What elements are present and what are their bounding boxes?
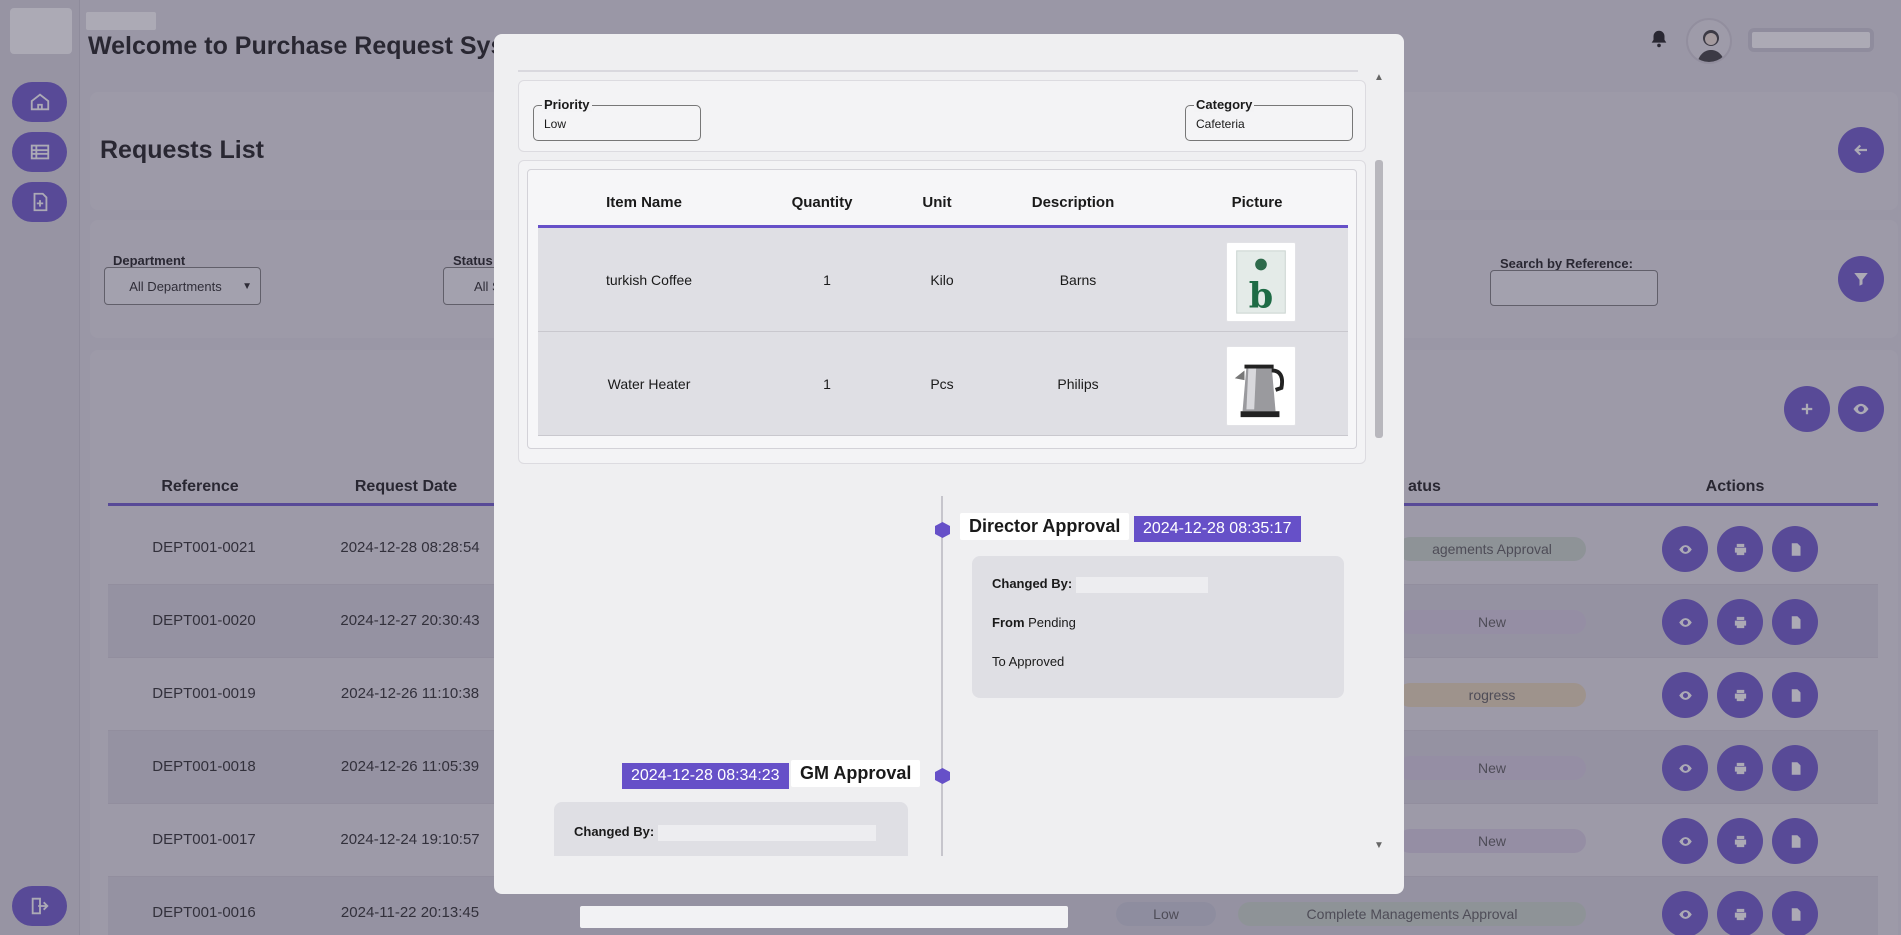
items-table-header: Item Name Quantity Unit Description Pict…: [538, 170, 1348, 228]
priority-label: Priority: [542, 97, 592, 112]
to-label: To: [992, 654, 1006, 669]
timeline-line: [941, 496, 943, 856]
header-picture: Picture: [1231, 194, 1283, 211]
from-label: From: [992, 615, 1025, 630]
items-box: Item Name Quantity Unit Description Pict…: [518, 160, 1366, 464]
item-description: Barns: [1059, 272, 1097, 288]
category-value: Cafeteria: [1196, 117, 1245, 131]
timeline-dot: [935, 522, 950, 538]
modal-scroll-area[interactable]: Priority Low Category Cafeteria Item Nam…: [494, 34, 1374, 856]
priority-value: Low: [544, 117, 567, 131]
changed-by-value: [658, 824, 877, 841]
modal-divider: [518, 70, 1358, 72]
item-name: turkish Coffee: [605, 272, 693, 288]
item-quantity: 1: [823, 376, 831, 392]
bottom-bar-placeholder: [580, 906, 1068, 928]
header-item-name: Item Name: [606, 194, 682, 211]
item-unit: Pcs: [930, 376, 954, 392]
scroll-up-arrow[interactable]: ▲: [1372, 72, 1386, 83]
header-quantity: Quantity: [791, 194, 853, 211]
items-table: Item Name Quantity Unit Description Pict…: [527, 169, 1357, 449]
svg-text:b: b: [1249, 275, 1273, 316]
changed-by-value: [1076, 576, 1209, 593]
request-details-modal: Priority Low Category Cafeteria Item Nam…: [494, 34, 1404, 894]
modal-scrollbar-thumb[interactable]: [1375, 160, 1383, 438]
from-value: Pending: [1028, 615, 1076, 630]
to-value: Approved: [1008, 654, 1065, 669]
category-field[interactable]: Category Cafeteria: [1185, 97, 1353, 141]
timeline-card: Changed By:: [554, 802, 908, 856]
timeline-date: 2024-12-28 08:34:23: [622, 763, 789, 789]
request-info-box: Priority Low Category Cafeteria: [518, 80, 1366, 152]
timeline-card: Changed By: From Pending To Approved: [972, 556, 1344, 698]
timeline-date: 2024-12-28 08:35:17: [1134, 516, 1301, 542]
changed-by-label: Changed By:: [992, 576, 1073, 591]
kettle-image[interactable]: [1226, 346, 1296, 426]
priority-field[interactable]: Priority Low: [533, 97, 701, 141]
item-name: Water Heater: [607, 376, 691, 392]
timeline-title: Director Approval: [960, 513, 1130, 540]
item-row[interactable]: turkish Coffee 1 Kilo Barns b: [538, 228, 1348, 332]
changed-by-label: Changed By:: [574, 824, 655, 839]
coffee-bag-image[interactable]: b: [1226, 242, 1296, 322]
scroll-down-arrow[interactable]: ▼: [1372, 840, 1386, 851]
timeline-title: GM Approval: [791, 760, 921, 787]
item-description: Philips: [1057, 376, 1099, 392]
header-description: Description: [1031, 194, 1115, 211]
category-label: Category: [1194, 97, 1255, 112]
item-row[interactable]: Water Heater 1 Pcs Philips: [538, 332, 1348, 436]
item-quantity: 1: [823, 272, 831, 288]
item-unit: Kilo: [930, 272, 954, 288]
timeline-dot: [935, 768, 950, 784]
header-unit: Unit: [922, 194, 952, 211]
